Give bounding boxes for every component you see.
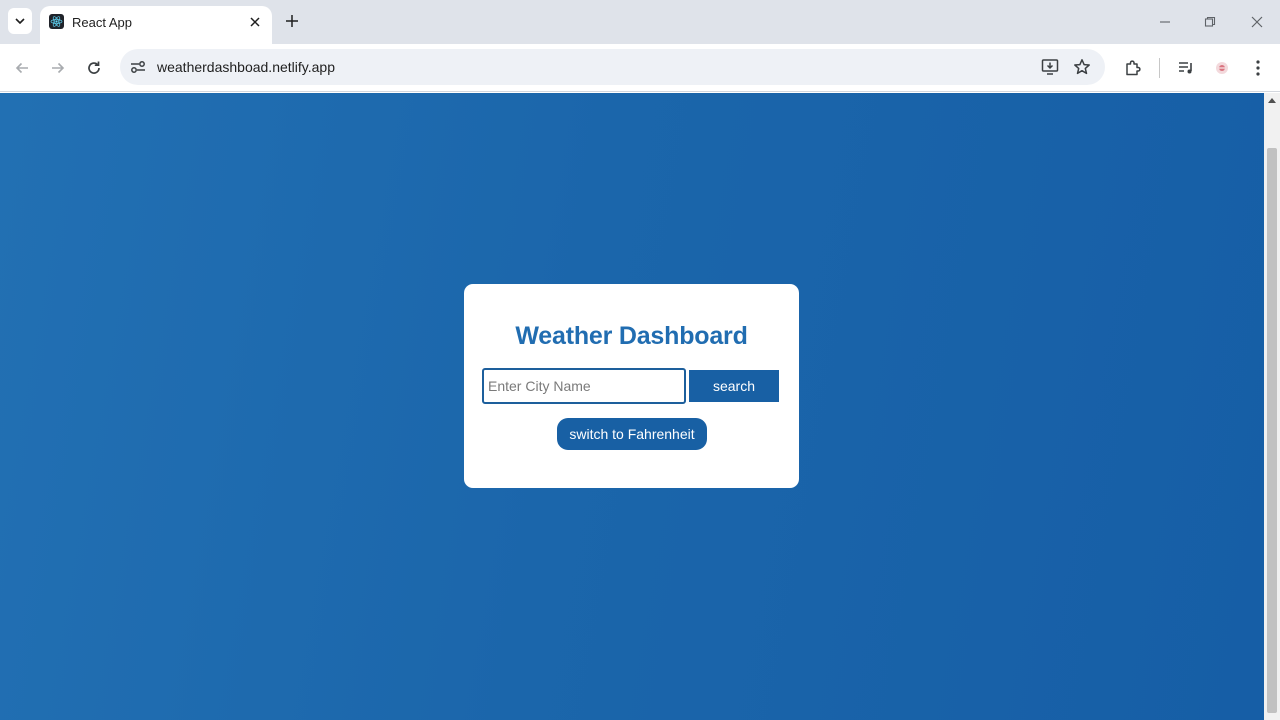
- minimize-icon[interactable]: [1155, 12, 1175, 32]
- extensions-icon[interactable]: [1121, 56, 1145, 80]
- browser-tab-active[interactable]: React App: [40, 6, 272, 44]
- browser-tab-strip: React App: [0, 0, 1280, 44]
- back-arrow-icon[interactable]: [10, 56, 34, 80]
- reload-icon[interactable]: [82, 56, 106, 80]
- plus-icon[interactable]: [282, 11, 302, 31]
- search-button[interactable]: search: [689, 370, 779, 402]
- bookmark-star-icon[interactable]: [1072, 57, 1092, 77]
- site-info-icon[interactable]: [128, 57, 148, 77]
- forward-arrow-icon[interactable]: [46, 56, 70, 80]
- window-close-icon[interactable]: [1247, 12, 1267, 32]
- unit-toggle-button[interactable]: switch to Fahrenheit: [557, 418, 707, 450]
- tab-title: React App: [72, 15, 132, 30]
- vertical-scrollbar[interactable]: [1264, 93, 1280, 720]
- scrollbar-thumb[interactable]: [1267, 148, 1277, 713]
- react-icon: [49, 14, 64, 29]
- profile-avatar-icon[interactable]: [1210, 56, 1234, 80]
- more-menu-icon[interactable]: [1246, 56, 1270, 80]
- city-search-input[interactable]: [482, 368, 686, 404]
- url-text: weatherdashboad.netlify.app: [157, 59, 335, 75]
- page-title: Weather Dashboard: [515, 322, 748, 350]
- media-controls-icon[interactable]: [1174, 56, 1198, 80]
- toolbar-divider: [1159, 58, 1160, 78]
- tab-search-icon[interactable]: [8, 8, 32, 34]
- weather-card: Weather Dashboard search switch to Fahre…: [464, 284, 799, 488]
- address-bar[interactable]: weatherdashboad.netlify.app: [120, 49, 1105, 85]
- install-app-icon[interactable]: [1040, 57, 1060, 77]
- scroll-up-arrow-icon[interactable]: [1268, 98, 1276, 103]
- restore-icon[interactable]: [1200, 12, 1220, 32]
- browser-toolbar: weatherdashboad.netlify.app: [0, 44, 1280, 92]
- close-icon[interactable]: [246, 13, 264, 31]
